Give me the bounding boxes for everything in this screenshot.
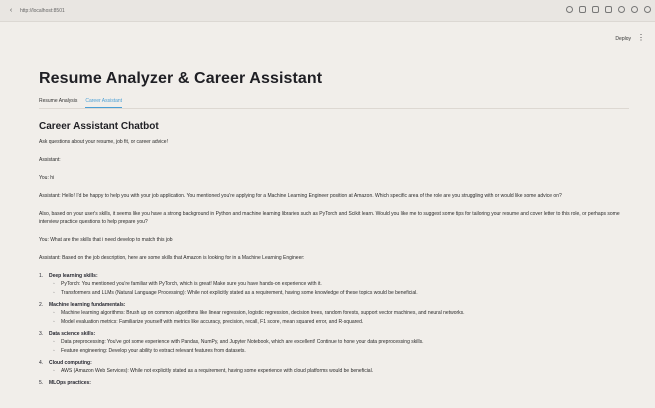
skill-sublist: AWS (Amazon Web Services): While not exp… xyxy=(39,367,629,376)
page-title: Resume Analyzer & Career Assistant xyxy=(39,70,323,87)
browser-actions xyxy=(566,6,651,13)
skill-item: AWS (Amazon Web Services): While not exp… xyxy=(53,367,629,376)
chat-message: You: hi xyxy=(39,175,55,181)
skills-list: 1. Deep learning skills:PyTorch: You ment… xyxy=(39,272,629,387)
tab-bar: Resume Analysis Career Assistant xyxy=(39,98,629,109)
skill-sublist: Data preprocessing: You've got some expe… xyxy=(39,338,629,356)
skill-number: 1. xyxy=(39,273,44,279)
chat-message: You: What are the skills that i need dev… xyxy=(39,237,173,243)
skill-item: Transformers and LLMs (Natural Language … xyxy=(53,289,629,298)
deploy-button[interactable]: Deploy xyxy=(615,36,631,42)
skill-category: 5. MLOps practices: xyxy=(39,379,629,387)
skill-title: MLOps practices: xyxy=(49,380,91,386)
main-content: Resume Analyzer & Career Assistant Resum… xyxy=(39,70,629,387)
tab-career-assistant[interactable]: Career Assistant xyxy=(85,98,123,108)
prompt-text: Ask questions about your resume, job fit… xyxy=(39,139,168,145)
skill-title: Deep learning skills: xyxy=(49,273,98,279)
chat-message: Assistant: xyxy=(39,157,61,163)
bookmark-icon[interactable] xyxy=(592,6,599,13)
favorites-icon[interactable] xyxy=(618,6,625,13)
skill-category: 1. Deep learning skills: xyxy=(39,272,629,280)
skill-number: 3. xyxy=(39,331,44,337)
reader-icon[interactable] xyxy=(579,6,586,13)
chat-message: Assistant: Based on the job description,… xyxy=(39,255,305,261)
skill-item: Machine learning algorithms: Brush up on… xyxy=(53,309,629,318)
skill-sublist: PyTorch: You mentioned you're familiar w… xyxy=(39,280,629,298)
skill-number: 5. xyxy=(39,380,44,386)
skill-category: 2. Machine learning fundamentals: xyxy=(39,301,629,309)
skill-sublist: Machine learning algorithms: Brush up on… xyxy=(39,309,629,327)
skill-title: Data science skills: xyxy=(49,331,96,337)
skill-item: Data preprocessing: You've got some expe… xyxy=(53,338,629,347)
address-bar[interactable]: http://localhost:8501 xyxy=(20,8,65,14)
skill-number: 2. xyxy=(39,302,44,308)
refresh-icon[interactable] xyxy=(644,6,651,13)
back-arrow-icon[interactable]: ‹ xyxy=(4,7,18,14)
skill-item: Feature engineering: Develop your abilit… xyxy=(53,347,629,356)
skill-category: 4. Cloud computing: xyxy=(39,359,629,367)
extensions-icon[interactable] xyxy=(631,6,638,13)
sidebar-icon[interactable] xyxy=(605,6,612,13)
chat-message: Assistant: Hello! I'd be happy to help y… xyxy=(39,193,562,199)
skill-item: PyTorch: You mentioned you're familiar w… xyxy=(53,280,629,289)
skill-number: 4. xyxy=(39,360,44,366)
chat-history: Assistant: You: hi Assistant: Hello! I'd… xyxy=(39,156,629,262)
tab-resume-analysis[interactable]: Resume Analysis xyxy=(39,98,77,108)
skill-title: Cloud computing: xyxy=(49,360,92,366)
browser-toolbar: ‹ http://localhost:8501 xyxy=(0,0,655,22)
section-title: Career Assistant Chatbot xyxy=(39,121,159,132)
key-icon[interactable] xyxy=(566,6,573,13)
chat-message: Also, based on your user's skills, it se… xyxy=(39,211,620,225)
skill-category: 3. Data science skills: xyxy=(39,330,629,338)
skill-item: Model evaluation metrics: Familiarize yo… xyxy=(53,318,629,327)
skill-title: Machine learning fundamentals: xyxy=(49,302,126,308)
main-menu-icon[interactable]: ⋮ xyxy=(637,33,645,42)
